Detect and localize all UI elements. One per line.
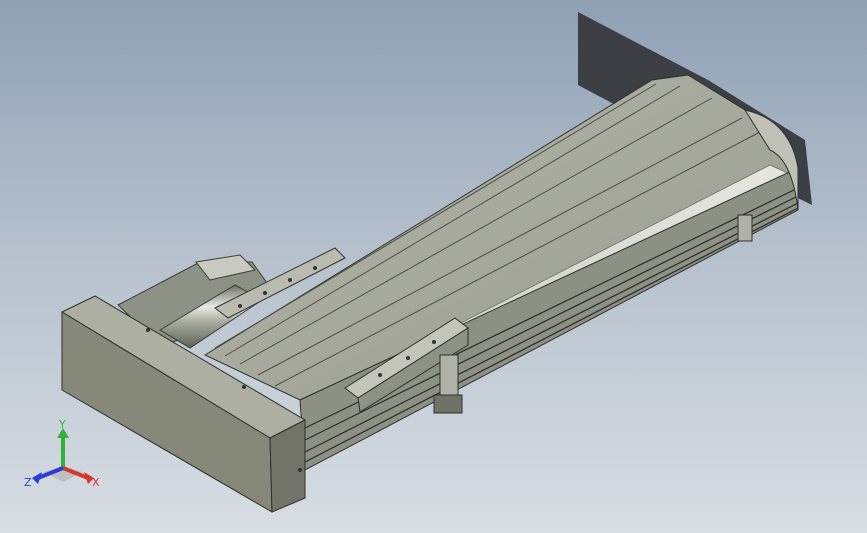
side-clamp-rear[interactable] [737, 214, 753, 242]
cad-viewport[interactable]: Y X Z [0, 0, 867, 533]
y-axis-label: Y [58, 420, 66, 431]
x-axis-label: X [92, 476, 100, 489]
z-axis-label: Z [24, 476, 32, 489]
linear-actuator-model[interactable] [0, 0, 867, 533]
orientation-triad: Y X Z [24, 420, 100, 489]
